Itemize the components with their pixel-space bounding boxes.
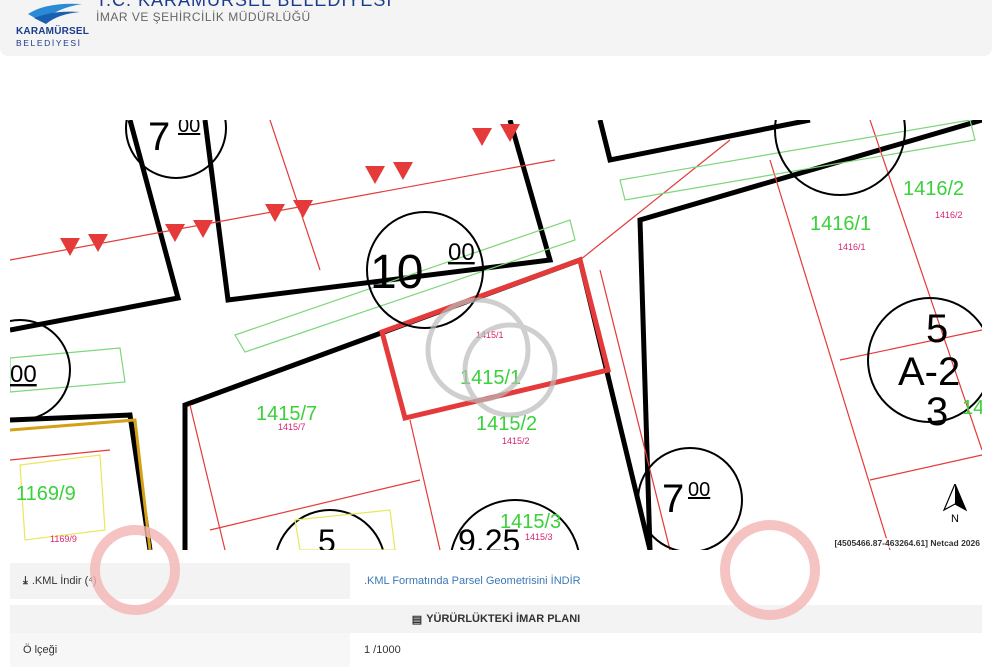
circle-text-00: 00: [448, 239, 475, 266]
parcel-label: 1415/3: [500, 511, 561, 533]
circle-text-00-top: 00: [178, 120, 200, 137]
department-name: İMAR VE ŞEHİRCİLİK MÜDÜRLÜĞÜ: [96, 10, 311, 24]
logo-subtitle: BELEDİYESİ: [16, 38, 82, 48]
zoning-map[interactable]: 10 00 7 00 5 A-2 3 00 7 00 9.25 5 1416/2…: [10, 120, 982, 550]
parcel-label: 141: [962, 397, 982, 419]
parcel-small-label: 1416/1: [838, 242, 866, 252]
circle-text-5-bottom: 5: [318, 523, 336, 550]
scale-row: Ö lçeği 1 /1000: [10, 633, 982, 667]
kml-label: .KML İndir (⁴): [31, 575, 97, 587]
parcel-label: 1169/9: [16, 483, 76, 505]
page-header: KARAMÜRSEL BELEDİYESİ T.C. KARAMÜRSEL BE…: [0, 0, 992, 56]
parcel-small-label: 1416/2: [935, 210, 963, 220]
parcel-small-label: 1415/7: [278, 422, 306, 432]
north-label: N: [951, 513, 959, 524]
map-coordinates: [4505466.87-463264.61] Netcad 2026: [832, 538, 982, 548]
kml-download-link[interactable]: .KML Formatında Parsel Geometrisini İNDİ…: [364, 575, 581, 587]
circle-text-a2: A-2: [898, 350, 960, 394]
circle-text-3: 3: [926, 390, 948, 434]
parcel-small-label: 1169/9: [50, 534, 77, 544]
download-icon: ⤓: [23, 574, 28, 587]
north-arrow-icon: N: [942, 484, 968, 524]
scale-label: Ö lçeği: [10, 633, 350, 667]
circle-text-00-left: 00: [10, 361, 37, 388]
circle-text-7-bottom: 7: [662, 477, 684, 521]
logo-wave-icon: [28, 3, 82, 24]
circle-text-00-bottom: 00: [688, 479, 710, 501]
circle-text-5: 5: [926, 307, 948, 351]
parcel-small-label: 1415/2: [502, 436, 530, 446]
parcel-small-label: 1415/3: [525, 532, 553, 542]
kml-label-cell: ⤓ .KML İndir (⁴): [10, 563, 350, 599]
scale-value: 1 /1000: [364, 644, 401, 656]
municipality-logo: KARAMÜRSEL BELEDİYESİ: [14, 0, 94, 52]
kml-row: ⤓ .KML İndir (⁴) .KML Formatında Parsel …: [10, 563, 982, 599]
parcel-label: 1416/2: [903, 178, 964, 200]
section-title: YÜRÜRLÜKTEKİ İMAR PLANI: [426, 613, 581, 625]
parcel-info-table: ⤓ .KML İndir (⁴) .KML Formatında Parsel …: [10, 563, 982, 667]
document-icon: ▤: [411, 613, 423, 626]
circle-text-7-top: 7: [148, 120, 170, 159]
section-header: ▤ YÜRÜRLÜKTEKİ İMAR PLANI: [10, 605, 982, 633]
logo-name: KARAMÜRSEL: [16, 26, 90, 37]
circle-text-10: 10: [370, 246, 423, 299]
kml-link-cell: .KML Formatında Parsel Geometrisini İNDİ…: [350, 563, 982, 599]
parcel-label: 1416/1: [810, 213, 871, 235]
